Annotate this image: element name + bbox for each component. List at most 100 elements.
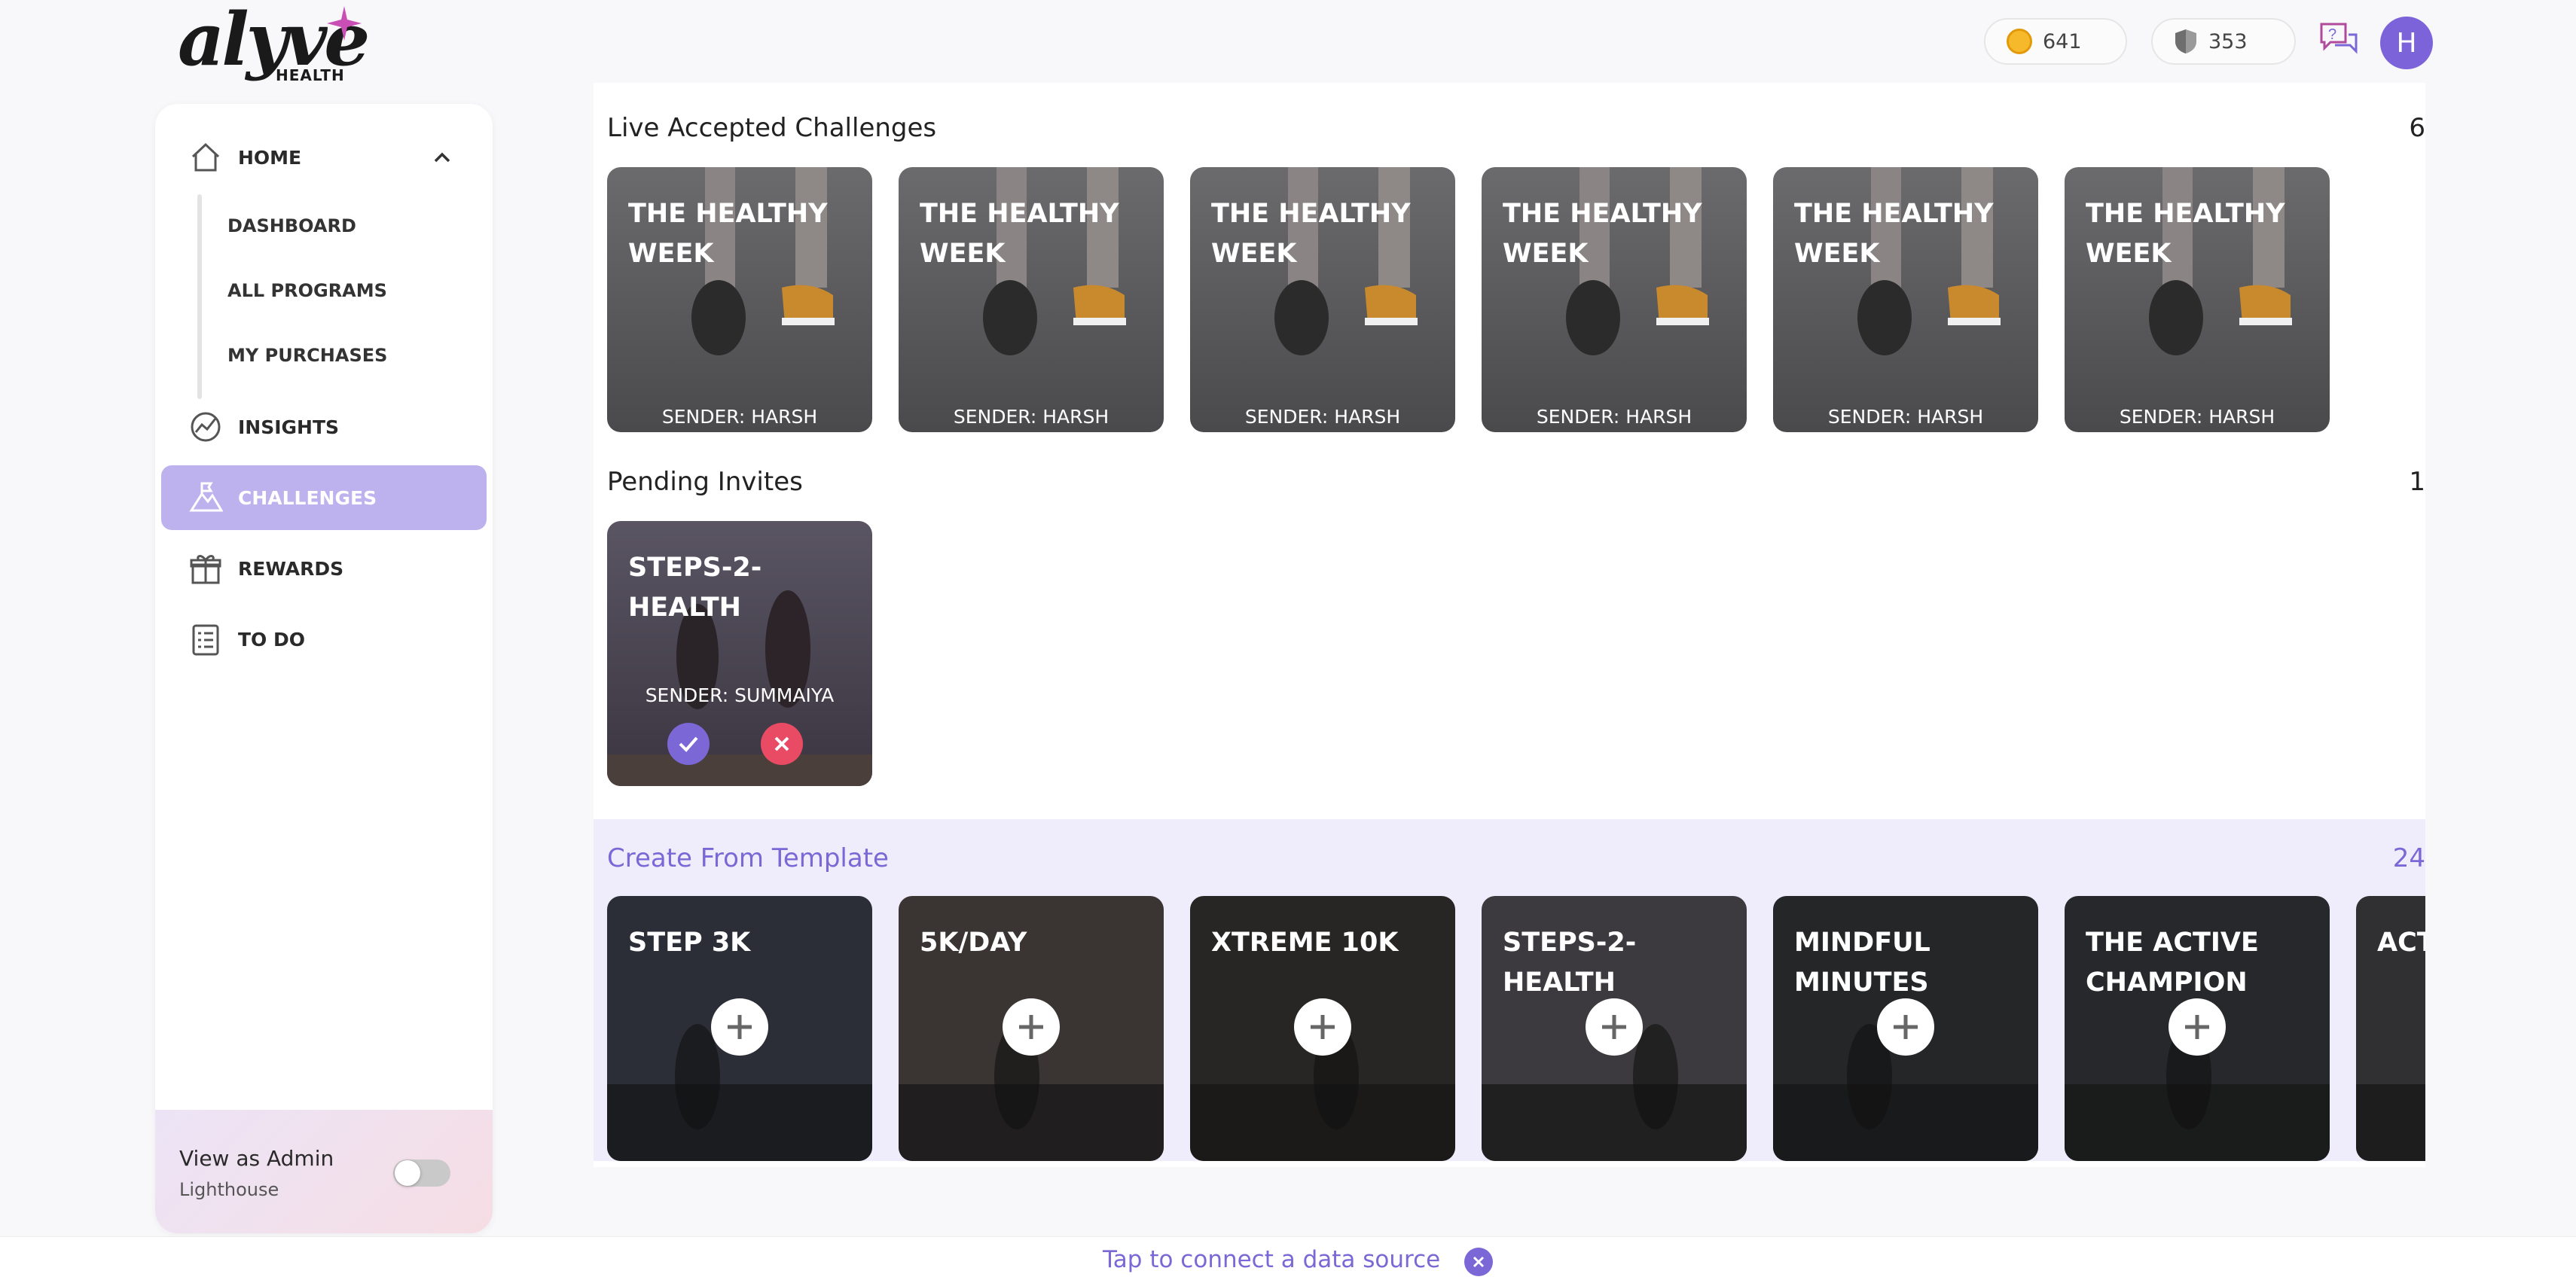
live-challenge-card[interactable]: THE HEALTHY WEEK SENDER: HARSH xyxy=(1190,167,1455,432)
sidebar-item-rewards[interactable]: REWARDS xyxy=(161,536,487,601)
toggle-knob xyxy=(395,1160,420,1186)
reject-invite-button[interactable] xyxy=(761,723,803,765)
template-card[interactable]: THE ACTIVE CHAMPION xyxy=(2065,896,2330,1161)
view-as-admin-panel: View as Admin Lighthouse xyxy=(155,1110,493,1233)
sidebar-item-challenges[interactable]: CHALLENGES xyxy=(161,465,487,530)
card-sender: SENDER: SUMMAIYA xyxy=(645,684,835,706)
pending-invites-title: Pending Invites xyxy=(607,467,803,497)
sidebar-item-label: CHALLENGES xyxy=(238,486,377,509)
card-title: THE HEALTHY WEEK xyxy=(1503,199,1702,269)
coin-icon xyxy=(2007,29,2032,54)
live-challenge-card[interactable]: THE HEALTHY WEEK SENDER: HARSH xyxy=(607,167,872,432)
card-title: THE HEALTHY WEEK xyxy=(920,199,1119,269)
plus-icon xyxy=(1019,1015,1043,1039)
card-sender: SENDER: HARSH xyxy=(1536,406,1692,428)
template-card[interactable]: STEP 3K xyxy=(607,896,872,1161)
card-title: STEPS-2-HEALTH xyxy=(628,553,762,623)
templates-row: STEP 3K 5K/DAY XTREME 10K STEPS-2-HEALTH MIN… xyxy=(594,819,2425,1161)
butterfly-icon xyxy=(327,6,362,41)
submenu-line xyxy=(197,194,202,399)
card-title: THE HEALTHY WEEK xyxy=(1794,199,1994,269)
logo-subtitle: HEALTH xyxy=(276,66,345,84)
template-card[interactable]: ACT xyxy=(2356,896,2425,1161)
card-title: XTREME 10K xyxy=(1211,928,1399,958)
close-icon xyxy=(774,736,789,751)
user-avatar[interactable]: H xyxy=(2380,17,2433,69)
card-title: 5K/DAY xyxy=(920,928,1027,958)
card-title: STEPS-2-HEALTH xyxy=(1503,928,1637,998)
admin-org: Lighthouse xyxy=(179,1179,279,1200)
main-content: Live Accepted Challenges 6 THE HEALTHY W… xyxy=(594,83,2425,1167)
card-sender: SENDER: HARSH xyxy=(1827,406,1984,428)
sidebar-item-label: TO DO xyxy=(238,628,306,651)
alyve-logo[interactable]: alyve HEALTH xyxy=(178,0,370,84)
top-header: alyve HEALTH 641 353 ? H xyxy=(0,0,2576,84)
sidebar-item-my-purchases[interactable]: MY PURCHASES xyxy=(227,345,387,366)
add-template-button[interactable] xyxy=(1294,998,1351,1056)
sidebar: HOME DASHBOARD ALL PROGRAMS MY PURCHASES… xyxy=(155,104,493,1233)
add-template-button[interactable] xyxy=(1877,998,1934,1056)
close-icon xyxy=(1473,1256,1485,1268)
card-sender: SENDER: HARSH xyxy=(2119,406,2275,428)
template-card[interactable]: MINDFUL MINUTES xyxy=(1773,896,2038,1161)
pending-invite-card[interactable]: STEPS-2-HEALTH SENDER: SUMMAIYA xyxy=(607,521,872,786)
live-challenge-card[interactable]: THE HEALTHY WEEK SENDER: HARSH xyxy=(899,167,1164,432)
card-title: THE HEALTHY WEEK xyxy=(628,199,828,269)
checklist-icon xyxy=(192,624,219,656)
sidebar-item-all-programs[interactable]: ALL PROGRAMS xyxy=(227,280,387,301)
sidebar-item-home[interactable]: HOME xyxy=(161,125,487,190)
card-sender: SENDER: HARSH xyxy=(661,406,818,428)
sidebar-item-todo[interactable]: TO DO xyxy=(161,607,487,672)
card-title: THE HEALTHY WEEK xyxy=(1211,199,1411,269)
add-template-button[interactable] xyxy=(711,998,768,1056)
card-sender: SENDER: HARSH xyxy=(1244,406,1401,428)
connect-data-source-link[interactable]: Tap to connect a data source xyxy=(1103,1246,1440,1273)
chevron-up-icon[interactable] xyxy=(431,146,453,169)
sidebar-item-insights[interactable]: INSIGHTS xyxy=(161,395,487,459)
card-title: ACT xyxy=(2377,928,2425,958)
plus-icon xyxy=(1602,1015,1626,1039)
insights-icon xyxy=(191,412,221,442)
gift-icon xyxy=(190,555,221,584)
admin-title: View as Admin xyxy=(179,1146,334,1171)
coins-balance[interactable]: 641 xyxy=(1984,18,2127,65)
live-challenge-card[interactable]: THE HEALTHY WEEK SENDER: HARSH xyxy=(2065,167,2330,432)
live-challenges-title: Live Accepted Challenges xyxy=(607,113,937,143)
template-card[interactable]: STEPS-2-HEALTH xyxy=(1482,896,1747,1161)
add-template-button[interactable] xyxy=(2169,998,2226,1056)
svg-text:?: ? xyxy=(2328,26,2336,43)
home-icon xyxy=(191,142,220,172)
template-card[interactable]: XTREME 10K xyxy=(1190,896,1455,1161)
shield-icon xyxy=(2175,29,2196,53)
plus-icon xyxy=(2185,1015,2209,1039)
live-challenge-card[interactable]: THE HEALTHY WEEK SENDER: HARSH xyxy=(1482,167,1747,432)
add-template-button[interactable] xyxy=(1586,998,1643,1056)
card-title: THE ACTIVE CHAMPION xyxy=(2086,928,2259,998)
pending-invites-count: 1 xyxy=(2409,467,2425,497)
help-chat-icon[interactable]: ? xyxy=(2317,18,2359,60)
plus-icon xyxy=(1894,1015,1918,1039)
live-challenge-card[interactable]: THE HEALTHY WEEK SENDER: HARSH xyxy=(1773,167,2038,432)
accept-invite-button[interactable] xyxy=(667,723,710,765)
sidebar-item-label: REWARDS xyxy=(238,557,344,580)
create-from-template-section: Create From Template 24 STEP 3K 5K/DAY XTR… xyxy=(594,819,2425,1161)
coins-value: 641 xyxy=(2043,29,2082,53)
flag-mountain-icon xyxy=(189,482,223,512)
live-challenges-count: 6 xyxy=(2409,113,2425,143)
card-title: MINDFUL MINUTES xyxy=(1794,928,1930,998)
card-sender: SENDER: HARSH xyxy=(953,406,1109,428)
shields-value: 353 xyxy=(2208,29,2248,53)
admin-toggle[interactable] xyxy=(393,1160,450,1187)
shields-balance[interactable]: 353 xyxy=(2151,18,2296,65)
check-icon xyxy=(679,736,698,752)
add-template-button[interactable] xyxy=(1003,998,1060,1056)
card-title: STEP 3K xyxy=(628,928,751,958)
sidebar-item-label: HOME xyxy=(238,146,302,169)
close-banner-button[interactable] xyxy=(1464,1248,1493,1276)
sidebar-item-dashboard[interactable]: DASHBOARD xyxy=(227,215,356,236)
data-source-banner[interactable]: Tap to connect a data source xyxy=(0,1236,2576,1286)
template-card[interactable]: 5K/DAY xyxy=(899,896,1164,1161)
card-title: THE HEALTHY WEEK xyxy=(2086,199,2285,269)
plus-icon xyxy=(1311,1015,1335,1039)
sidebar-item-label: INSIGHTS xyxy=(238,416,340,438)
